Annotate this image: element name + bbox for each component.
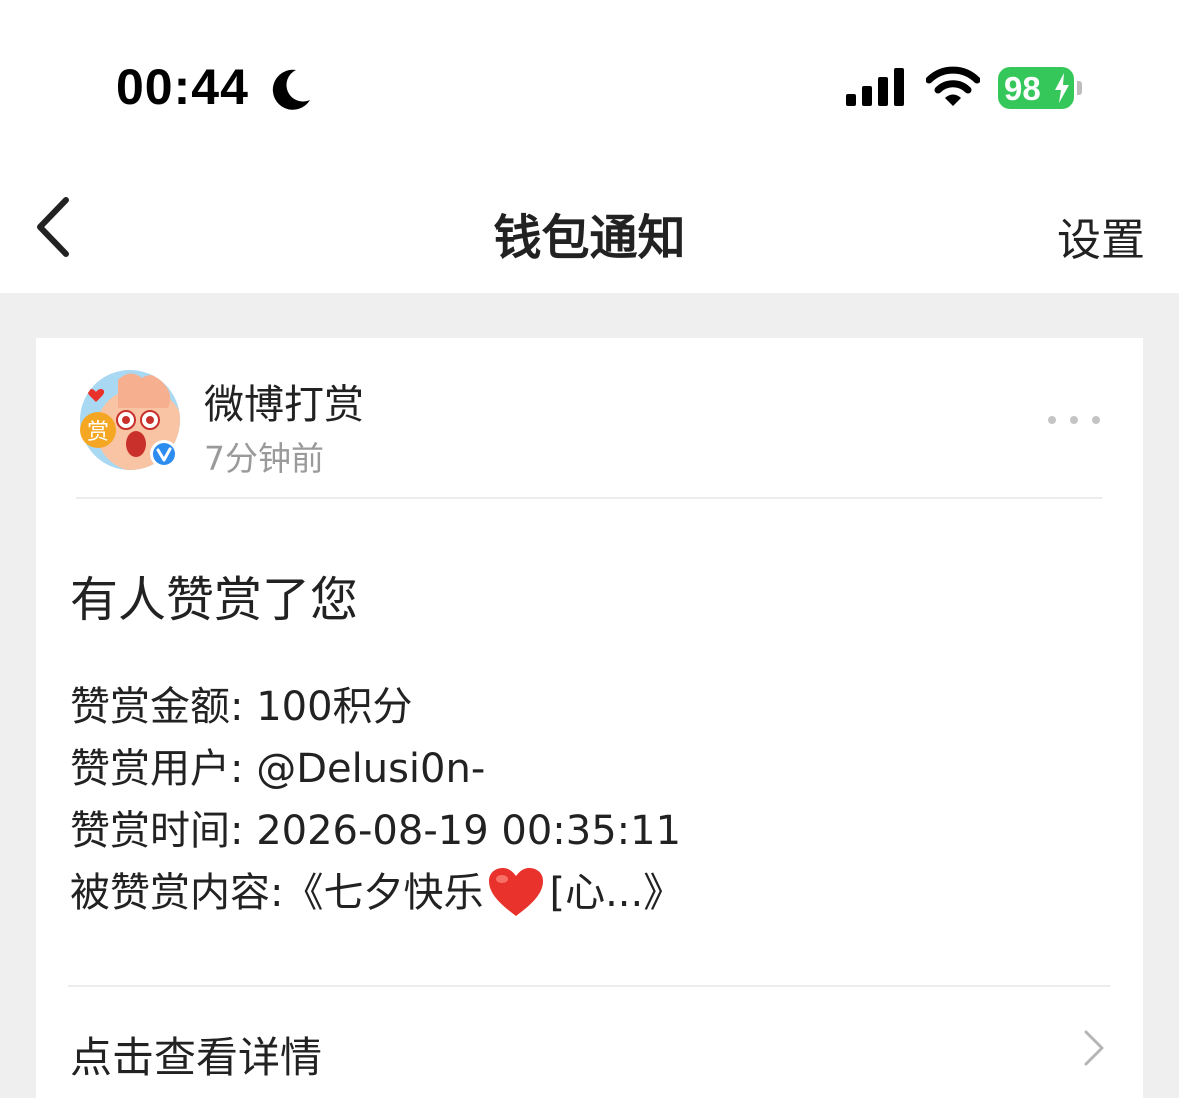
reward-details: 赞赏金额: 100积分 赞赏用户: @Delusi0n- 赞赏时间: 2026-… (70, 676, 683, 924)
wifi-icon (926, 66, 980, 106)
cellular-signal-icon (846, 68, 904, 106)
battery-level: 98 (1004, 70, 1041, 107)
heart-icon (489, 868, 544, 916)
status-bar: 00:44 98 (0, 0, 1179, 160)
divider (68, 985, 1110, 987)
page-title: 钱包通知 (493, 210, 686, 266)
reward-amount: 赞赏金额: 100积分 (70, 684, 413, 730)
status-time: 00:44 (116, 59, 249, 115)
rewarded-content: 被赞赏内容:《七夕快乐 [心...》 (70, 862, 683, 924)
battery-icon: 98 (998, 67, 1074, 109)
notification-card: 赏 微博打赏 7分钟前 有人赞赏了您 赞赏金额: 100积分 赞赏用户: @De… (36, 338, 1143, 1098)
avatar[interactable]: 赏 (78, 368, 182, 472)
message-title: 有人赞赏了您 (70, 572, 359, 628)
nav-bar: 钱包通知 设置 (0, 160, 1179, 293)
reward-user: 赞赏用户: @Delusi0n- (70, 746, 486, 792)
chevron-right-icon (1084, 1030, 1104, 1066)
settings-button[interactable]: 设置 (1057, 204, 1145, 268)
verified-v-icon (153, 443, 175, 465)
view-details-label: 点击查看详情 (70, 1033, 323, 1082)
post-time: 7分钟前 (204, 439, 324, 478)
view-details-row[interactable]: 点击查看详情 (36, 988, 1143, 1098)
reward-time: 赞赏时间: 2026-08-19 00:35:11 (70, 808, 682, 854)
rewarded-content-prefix: 被赞赏内容:《七夕快乐 (70, 870, 484, 916)
rewarded-content-suffix: [心...》 (549, 870, 684, 916)
charging-bolt-icon (1055, 73, 1069, 103)
moon-icon (272, 69, 310, 110)
battery-cap (1077, 81, 1082, 95)
svg-text:赏: 赏 (87, 420, 109, 445)
more-dots-icon[interactable] (1046, 412, 1102, 428)
sender-name[interactable]: 微博打赏 (204, 372, 364, 430)
divider (76, 497, 1102, 499)
